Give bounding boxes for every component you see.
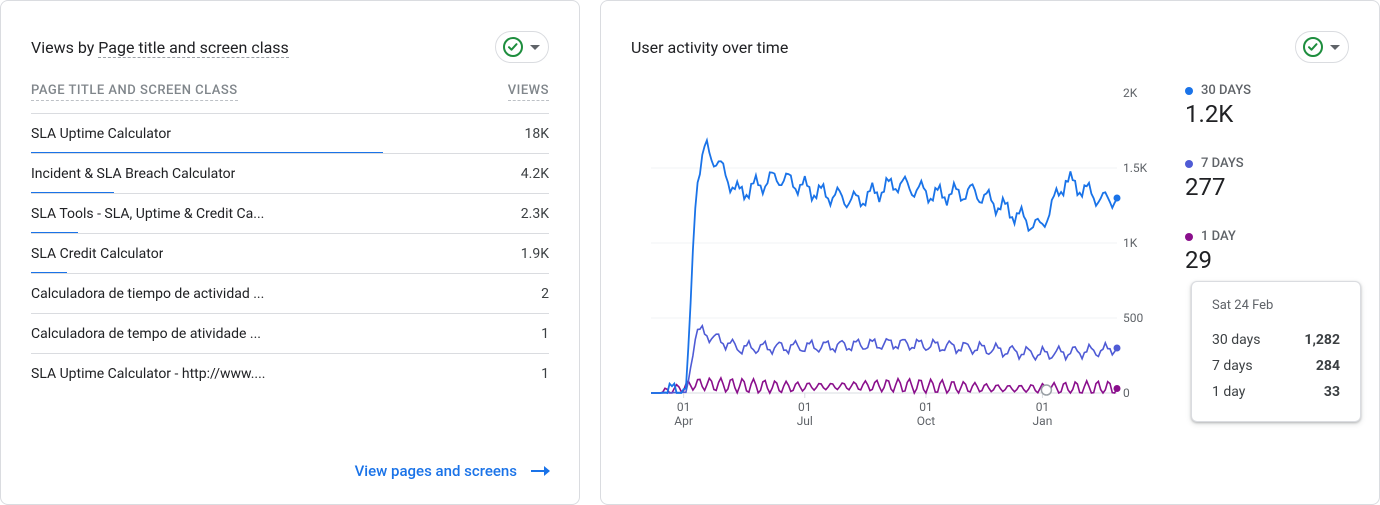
row-value: 2.3K — [521, 206, 549, 222]
svg-text:01: 01 — [919, 400, 933, 414]
table-row[interactable]: Calculadora de tiempo de actividad ... 2 — [31, 273, 549, 313]
svg-text:01: 01 — [798, 400, 812, 414]
legend-label: 1 DAY — [1201, 229, 1236, 244]
row-value: 4.2K — [521, 166, 549, 182]
row-value: 1.9K — [521, 246, 549, 262]
row-value: 1 — [541, 366, 549, 382]
card-footer: View pages and screens — [1, 442, 579, 504]
card-header: Views by Page title and screen class — [1, 1, 579, 83]
views-by-page-card: Views by Page title and screen class PAG… — [0, 0, 580, 505]
card-title: Views by Page title and screen class — [31, 38, 289, 57]
svg-text:1.5K: 1.5K — [1123, 161, 1148, 175]
svg-text:Jan: Jan — [1033, 414, 1053, 428]
tooltip-row: 30 days 1,282 — [1212, 327, 1340, 353]
table-row[interactable]: Calculadora de tempo de atividade ... 1 — [31, 313, 549, 353]
legend-dot-icon — [1185, 160, 1193, 168]
row-value: 18K — [524, 126, 549, 142]
tooltip-label: 1 day — [1212, 379, 1245, 405]
legend-dot-icon — [1185, 233, 1193, 241]
legend-item: 1 DAY 29 — [1185, 229, 1251, 274]
svg-text:01: 01 — [677, 400, 691, 414]
svg-text:1K: 1K — [1123, 236, 1138, 250]
chevron-down-icon — [1330, 45, 1340, 50]
row-value: 1 — [541, 326, 549, 342]
title-by: by — [74, 38, 98, 57]
table-row[interactable]: SLA Credit Calculator 1.9K — [31, 233, 549, 273]
col-header-page: PAGE TITLE AND SCREEN CLASS — [31, 83, 238, 101]
check-circle-icon — [1302, 36, 1324, 58]
table-row[interactable]: SLA Tools - SLA, Uptime & Credit Ca... 2.… — [31, 193, 549, 233]
legend-label: 30 DAYS — [1201, 83, 1251, 98]
legend-item: 30 DAYS 1.2K — [1185, 83, 1251, 128]
row-name: Calculadora de tiempo de actividad ... — [31, 286, 264, 302]
status-dropdown-button[interactable] — [1295, 31, 1349, 63]
svg-text:Apr: Apr — [674, 414, 693, 428]
title-dimension[interactable]: Page title and screen class — [98, 38, 289, 58]
col-header-views: VIEWS — [508, 83, 549, 101]
svg-text:0: 0 — [1123, 386, 1130, 400]
user-activity-card: User activity over time 2K1.5K1K500001Ap… — [600, 0, 1380, 505]
card-title: User activity over time — [631, 38, 788, 57]
legend-value: 277 — [1185, 173, 1251, 201]
tooltip-value: 33 — [1324, 379, 1340, 405]
table-row[interactable]: SLA Uptime Calculator - http://www.... 1 — [31, 353, 549, 393]
views-table: PAGE TITLE AND SCREEN CLASS VIEWS SLA Up… — [1, 83, 579, 393]
legend-item: 7 DAYS 277 — [1185, 156, 1251, 201]
table-row[interactable]: Incident & SLA Breach Calculator 4.2K — [31, 153, 549, 193]
arrow-right-icon — [531, 470, 549, 472]
row-value: 2 — [541, 286, 549, 302]
legend-value: 29 — [1185, 246, 1251, 274]
row-name: SLA Uptime Calculator — [31, 126, 171, 142]
table-header: PAGE TITLE AND SCREEN CLASS VIEWS — [31, 83, 549, 113]
tooltip-label: 30 days — [1212, 327, 1260, 353]
tooltip-label: 7 days — [1212, 353, 1253, 379]
legend-head: 7 DAYS — [1185, 156, 1251, 171]
status-dropdown-button[interactable] — [495, 31, 549, 63]
legend-label: 7 DAYS — [1201, 156, 1244, 171]
view-pages-link[interactable]: View pages and screens — [355, 462, 549, 480]
svg-text:500: 500 — [1123, 311, 1143, 325]
title-prefix: Views — [31, 38, 74, 57]
legend-dot-icon — [1185, 87, 1193, 95]
legend-value: 1.2K — [1185, 100, 1251, 128]
activity-line-chart[interactable]: 2K1.5K1K500001Apr01Jul01Oct01Jan — [631, 83, 1151, 433]
row-name: SLA Credit Calculator — [31, 246, 163, 262]
row-name: SLA Tools - SLA, Uptime & Credit Ca... — [31, 206, 264, 222]
check-circle-icon — [502, 36, 524, 58]
row-name: Incident & SLA Breach Calculator — [31, 166, 235, 182]
row-name: Calculadora de tempo de atividade ... — [31, 326, 261, 342]
svg-text:Jul: Jul — [797, 414, 813, 428]
card-header: User activity over time — [601, 1, 1379, 83]
tooltip-row: 7 days 284 — [1212, 353, 1340, 379]
chart-tooltip: Sat 24 Feb 30 days 1,282 7 days 284 1 day 33 — [1191, 281, 1361, 422]
tooltip-date: Sat 24 Feb — [1212, 298, 1340, 313]
tooltip-value: 1,282 — [1304, 327, 1340, 353]
row-name: SLA Uptime Calculator - http://www.... — [31, 366, 266, 382]
chevron-down-icon — [530, 45, 540, 50]
tooltip-value: 284 — [1316, 353, 1340, 379]
table-row[interactable]: SLA Uptime Calculator 18K — [31, 113, 549, 153]
legend-head: 1 DAY — [1185, 229, 1251, 244]
svg-text:01: 01 — [1036, 400, 1050, 414]
footer-link-label: View pages and screens — [355, 462, 517, 480]
tooltip-row: 1 day 33 — [1212, 379, 1340, 405]
svg-text:Oct: Oct — [917, 414, 936, 428]
svg-text:2K: 2K — [1123, 86, 1138, 100]
legend-head: 30 DAYS — [1185, 83, 1251, 98]
